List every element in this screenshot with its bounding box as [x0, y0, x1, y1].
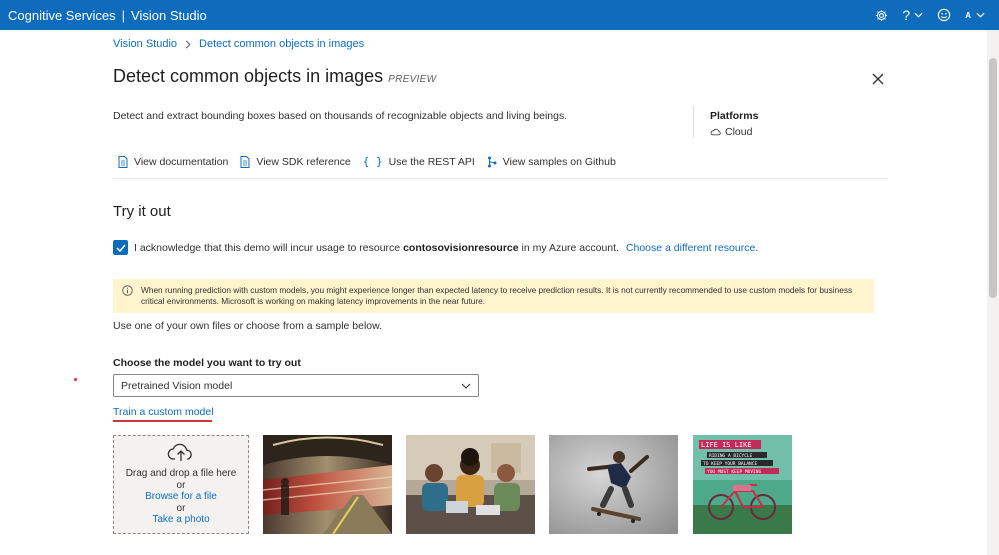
model-select-value: Pretrained Vision model [121, 379, 233, 392]
annotation-dot [74, 378, 77, 381]
ack-prefix: I acknowledge that this demo will incur … [134, 242, 401, 254]
smiley-feedback-icon[interactable] [937, 8, 951, 22]
subway-train-sample[interactable] [263, 435, 392, 534]
drag-drop-text: Drag and drop a file here [125, 468, 237, 479]
info-icon [122, 285, 133, 296]
highlight-underline [113, 420, 212, 422]
close-icon[interactable] [871, 72, 885, 86]
link-label: Use the REST API [388, 155, 475, 168]
use-rest-api-link[interactable]: { } Use the REST API [363, 155, 475, 168]
acknowledge-checkbox[interactable] [113, 240, 128, 255]
cloud-icon [710, 128, 721, 136]
platforms-divider [693, 106, 694, 138]
chevron-right-icon [185, 40, 191, 48]
office-meeting-sample[interactable] [406, 435, 535, 534]
platforms-label: Platforms [710, 110, 759, 122]
platforms-value-text: Cloud [725, 126, 753, 138]
resource-name: contosovisionresource [403, 242, 519, 254]
view-sdk-reference-link[interactable]: View SDK reference [240, 155, 351, 168]
scrollbar-thumb[interactable] [989, 58, 997, 298]
take-photo-link[interactable]: Take a photo [152, 514, 209, 526]
preview-badge: PREVIEW [388, 74, 437, 85]
poster-line-2: RIDING A BICYCLE [709, 453, 753, 459]
section-divider [113, 178, 888, 179]
page-title: Detect common objects in images PREVIEW [113, 66, 436, 87]
breadcrumb-current[interactable]: Detect common objects in images [199, 38, 364, 50]
resource-links: View documentation View SDK reference { … [118, 155, 616, 168]
top-bar-actions: ? A [875, 0, 985, 30]
sample-hint: Use one of your own files or choose from… [113, 320, 383, 332]
brand: Cognitive Services | Vision Studio [0, 8, 207, 23]
ack-suffix: in my Azure account. [521, 242, 619, 254]
account-menu[interactable]: A [965, 11, 985, 20]
upload-dropzone[interactable]: Drag and drop a file here or Browse for … [113, 435, 249, 534]
product-name[interactable]: Cognitive Services [8, 8, 116, 23]
poster-line-1: LIFE IS LIKE [701, 441, 752, 449]
top-bar: Cognitive Services | Vision Studio ? A [0, 0, 999, 30]
breadcrumb: Vision Studio Detect common objects in i… [113, 38, 364, 50]
document-icon [118, 155, 128, 168]
braces-icon: { } [362, 155, 383, 168]
gear-icon[interactable] [875, 9, 888, 22]
help-menu[interactable]: ? [902, 7, 923, 23]
or-text: or [176, 502, 186, 514]
chevron-down-icon [976, 12, 985, 18]
model-select[interactable]: Pretrained Vision model [113, 374, 479, 397]
branch-icon [487, 156, 497, 168]
cloud-upload-icon [167, 443, 192, 461]
view-documentation-link[interactable]: View documentation [118, 155, 228, 168]
model-label: Choose the model you want to try out [113, 357, 301, 369]
poster-line-4: YOU MUST KEEP MOVING [707, 469, 761, 475]
link-label: View SDK reference [256, 155, 351, 168]
acknowledge-text: I acknowledge that this demo will incur … [134, 242, 758, 254]
train-custom-model-link[interactable]: Train a custom model [113, 406, 214, 418]
try-it-heading: Try it out [113, 203, 171, 220]
skateboarder-sample[interactable] [549, 435, 678, 534]
latency-warning: When running prediction with custom mode… [113, 279, 874, 313]
browse-file-link[interactable]: Browse for a file [145, 491, 217, 503]
chevron-down-icon [914, 12, 923, 18]
brand-separator: | [121, 7, 126, 23]
avatar: A [965, 10, 971, 20]
choose-different-resource-link[interactable]: Choose a different resource. [626, 242, 758, 254]
chevron-down-icon [461, 383, 471, 389]
page-title-text: Detect common objects in images [113, 66, 384, 86]
bicycle-poster-sample[interactable]: LIFE IS LIKE RIDING A BICYCLE TO KEEP YO… [693, 435, 792, 534]
breadcrumb-root[interactable]: Vision Studio [113, 38, 177, 50]
link-label: View documentation [134, 155, 229, 168]
app-name[interactable]: Vision Studio [131, 8, 207, 23]
warning-text: When running prediction with custom mode… [141, 285, 853, 306]
link-label: View samples on Github [502, 155, 616, 168]
poster-line-3: TO KEEP YOUR BALANCE [703, 461, 757, 467]
document-icon [240, 155, 250, 168]
page-description: Detect and extract bounding boxes based … [113, 110, 568, 122]
or-text: or [176, 479, 186, 491]
help-icon: ? [902, 7, 911, 23]
platforms-value: Cloud [710, 126, 752, 138]
view-samples-github-link[interactable]: View samples on Github [487, 155, 616, 168]
checkmark-icon [115, 244, 126, 252]
